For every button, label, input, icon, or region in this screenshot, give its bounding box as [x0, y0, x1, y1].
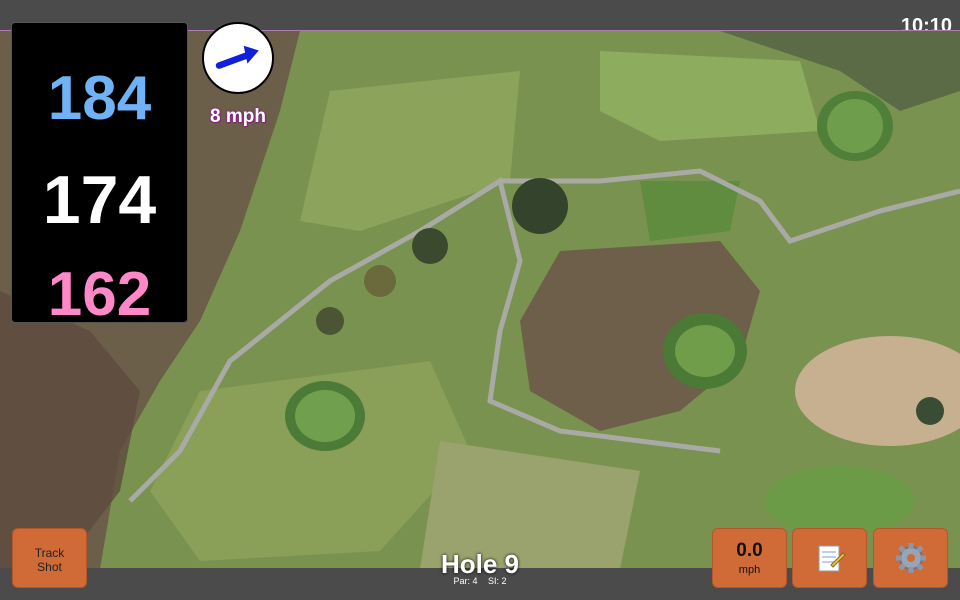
wind-dial: [202, 22, 274, 94]
speed-unit: mph: [738, 564, 761, 576]
back-distance: 184: [47, 64, 152, 133]
notes-button[interactable]: [792, 528, 867, 588]
speed-button[interactable]: 0.0 mph: [712, 528, 787, 588]
track-shot-button[interactable]: Track Shot: [12, 528, 87, 588]
middle-distance: 174: [42, 162, 157, 238]
hole-par: Par: 4: [453, 576, 478, 586]
wind-speed: 8 mph: [210, 106, 266, 127]
wind-arrow-icon: [215, 45, 259, 69]
hole-info: Par: 4 SI: 2: [380, 576, 580, 586]
hole-stroke-index: SI: 2: [488, 576, 507, 586]
track-shot-label-line2: Shot: [37, 560, 62, 574]
gear-icon: [895, 543, 926, 573]
track-shot-label-line1: Track: [34, 546, 65, 560]
distance-panel: 184 174 162: [11, 22, 188, 329]
settings-button[interactable]: [873, 528, 948, 588]
speed-value: 0.0: [736, 540, 763, 561]
notepad-icon: [818, 545, 846, 572]
front-distance: 162: [47, 260, 152, 329]
